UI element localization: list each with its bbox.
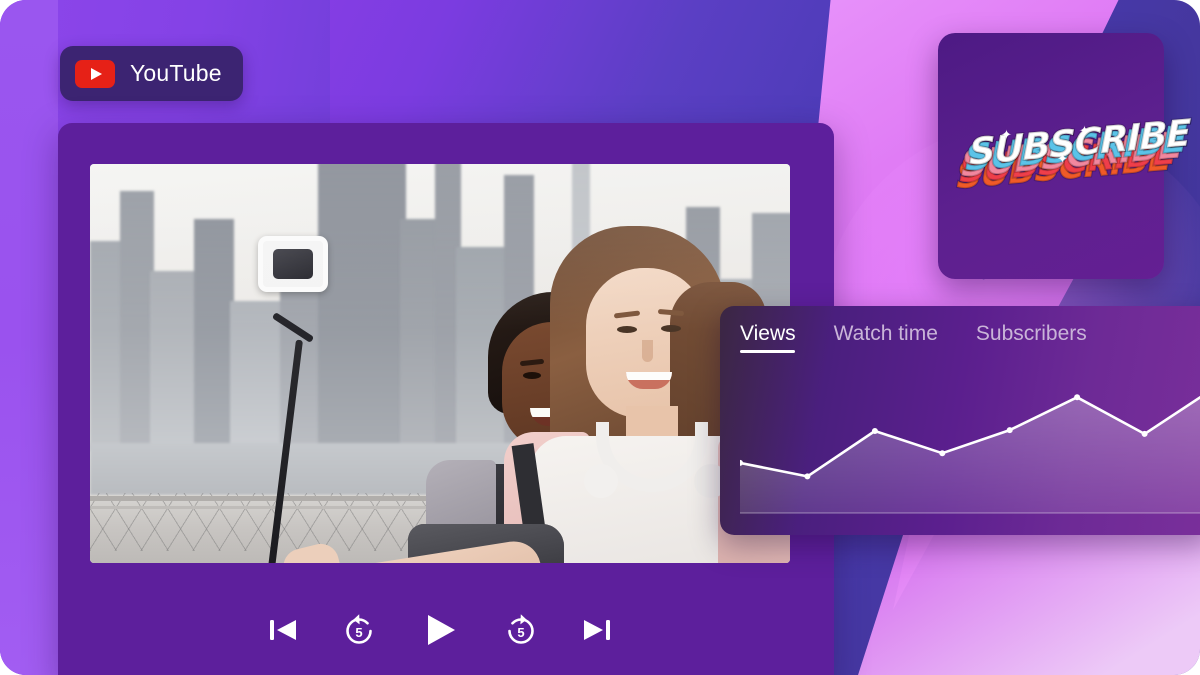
play-icon bbox=[418, 608, 462, 652]
forward-5-icon: 5 bbox=[502, 611, 540, 649]
chart-point-4 bbox=[939, 450, 945, 456]
sparkle-icon: ✦ bbox=[1001, 127, 1012, 143]
analytics-tabs: Views Watch time Subscribers bbox=[740, 322, 1087, 353]
selfie-photo bbox=[90, 164, 790, 563]
subscribe-card[interactable]: SUBSCRIBE SUBSCRIBE SUBSCRIBE SUBSCRIBE … bbox=[938, 33, 1164, 279]
chart-point-6 bbox=[1074, 394, 1080, 400]
chart-point-3 bbox=[872, 428, 878, 434]
chart-point-7 bbox=[1142, 431, 1148, 437]
chart-baseline bbox=[740, 512, 1200, 514]
skip-to-end-button[interactable] bbox=[580, 613, 614, 647]
video-player-card: 5 5 bbox=[58, 123, 834, 675]
tab-views[interactable]: Views bbox=[740, 322, 796, 353]
tab-watch-time[interactable]: Watch time bbox=[834, 322, 938, 353]
forward-seconds-label: 5 bbox=[517, 625, 524, 640]
views-line-chart[interactable] bbox=[740, 378, 1200, 513]
chart-area-fill bbox=[740, 390, 1200, 513]
tab-subscribers[interactable]: Subscribers bbox=[976, 322, 1087, 353]
player-controls: 5 5 bbox=[90, 593, 790, 667]
youtube-badge[interactable]: YouTube bbox=[60, 46, 243, 101]
play-button[interactable] bbox=[418, 608, 462, 652]
replay-5-icon: 5 bbox=[340, 611, 378, 649]
rewind-5-button[interactable]: 5 bbox=[340, 611, 378, 649]
subscribe-wordmark: SUBSCRIBE SUBSCRIBE SUBSCRIBE SUBSCRIBE … bbox=[961, 121, 1141, 191]
youtube-badge-label: YouTube bbox=[130, 60, 222, 87]
forward-5-button[interactable]: 5 bbox=[502, 611, 540, 649]
chart-point-5 bbox=[1007, 427, 1013, 433]
screenshot-root: YouTube bbox=[0, 0, 1200, 675]
skip-next-icon bbox=[580, 613, 614, 647]
youtube-play-icon bbox=[75, 60, 115, 88]
skip-to-start-button[interactable] bbox=[266, 613, 300, 647]
analytics-card: Views Watch time Subscribers bbox=[720, 306, 1200, 535]
rewind-seconds-label: 5 bbox=[355, 625, 362, 640]
sparkle-icon: ✦ bbox=[1079, 123, 1090, 139]
skip-previous-icon bbox=[266, 613, 300, 647]
chart-point-2 bbox=[804, 473, 810, 479]
background-left-panel bbox=[0, 0, 58, 675]
sparkle-icon: ✦ bbox=[1057, 151, 1068, 167]
video-thumbnail[interactable] bbox=[90, 164, 790, 563]
